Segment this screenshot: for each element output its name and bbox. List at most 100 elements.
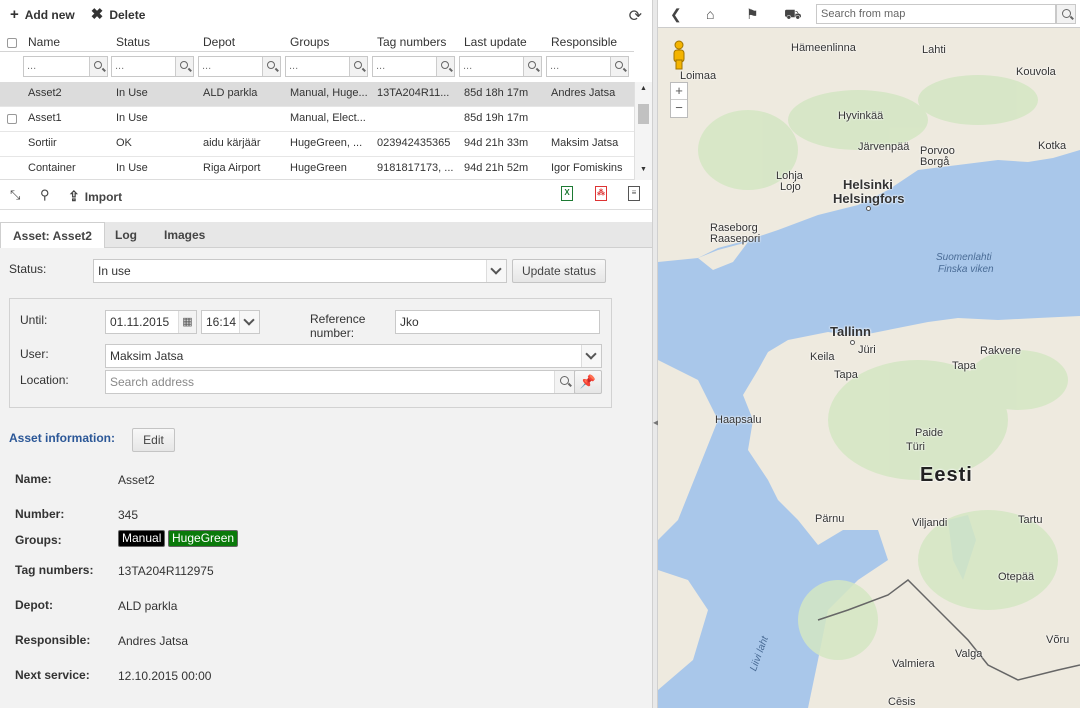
- zoom-out-button[interactable]: −: [671, 100, 687, 116]
- map-label: Tapa: [952, 360, 976, 372]
- filter-name[interactable]: ...: [23, 56, 108, 77]
- user-label: User:: [20, 347, 49, 361]
- import-button[interactable]: ⇪ Import: [68, 188, 122, 205]
- next-service-label: Next service:: [15, 668, 90, 682]
- truck-icon[interactable]: ⛟: [784, 6, 802, 25]
- scroll-up-icon[interactable]: ▲: [640, 85, 647, 92]
- city-marker: [850, 340, 855, 345]
- map-label: Borgå: [920, 156, 950, 168]
- responsible-label: Responsible:: [15, 633, 91, 647]
- until-date-input[interactable]: 01.11.2015 ▦: [105, 310, 197, 334]
- asset-grid: Asset2 In Use ALD parkla Manual, Huge...…: [0, 82, 634, 180]
- map-label: Paide: [915, 427, 944, 439]
- sea-label: Suomenlahti: [936, 252, 992, 263]
- status-select[interactable]: In use: [93, 259, 507, 283]
- map-pin-icon[interactable]: ⚲: [40, 187, 50, 203]
- column-name[interactable]: Name: [28, 35, 60, 49]
- chevron-down-icon[interactable]: [581, 345, 601, 367]
- tab-asset[interactable]: Asset: Asset2: [0, 222, 105, 249]
- responsible-value: Andres Jatsa: [118, 634, 189, 648]
- tag-numbers-label: Tag numbers:: [15, 563, 94, 577]
- home-icon[interactable]: ⌂: [706, 6, 714, 22]
- pdf-export-icon[interactable]: ⁂: [595, 186, 607, 201]
- tag-numbers-value: 13TA204R112975: [118, 564, 214, 578]
- grid-scrollbar[interactable]: ▲ ▼: [634, 82, 652, 180]
- search-icon[interactable]: [523, 57, 541, 76]
- table-row[interactable]: Sortiir OK aidu kärjäär HugeGreen, ... 0…: [0, 132, 634, 157]
- column-last-update[interactable]: Last update: [464, 35, 527, 49]
- zoom-control: + −: [670, 82, 688, 118]
- location-label: Location:: [20, 373, 69, 387]
- map-label: Haapsalu: [715, 414, 762, 426]
- filter-last-update[interactable]: ...: [459, 56, 542, 77]
- status-label: Status:: [9, 262, 47, 276]
- back-icon[interactable]: ❮: [670, 6, 682, 23]
- map-search-input[interactable]: Search from map: [816, 4, 1056, 24]
- table-row[interactable]: Container In Use Riga Airport HugeGreen …: [0, 157, 634, 179]
- search-icon[interactable]: [610, 57, 628, 76]
- column-groups[interactable]: Groups: [290, 35, 329, 49]
- map-label: Järvenpää: [858, 141, 910, 153]
- map-label: Pärnu: [815, 513, 845, 525]
- reference-number-input[interactable]: Jko: [395, 310, 600, 334]
- chevron-down-icon[interactable]: [486, 260, 506, 282]
- map-view[interactable]: ❮ ⌂ ⚑ ⛟ Search from map + − Hämeenlinna …: [658, 0, 1080, 708]
- collapse-icon[interactable]: ⤡: [10, 187, 20, 203]
- filter-depot[interactable]: ...: [198, 56, 281, 77]
- table-row[interactable]: Asset2 In Use ALD parkla Manual, Huge...…: [0, 82, 634, 107]
- filter-status[interactable]: ...: [111, 56, 194, 77]
- row-checkbox[interactable]: [7, 114, 17, 124]
- column-depot[interactable]: Depot: [203, 35, 235, 49]
- user-select[interactable]: Maksim Jatsa: [105, 344, 602, 368]
- chevron-down-icon[interactable]: [239, 311, 259, 333]
- map-label: Kotka: [1038, 140, 1067, 152]
- search-icon[interactable]: [554, 371, 574, 393]
- calendar-icon[interactable]: ▦: [178, 311, 196, 333]
- tab-images[interactable]: Images: [152, 222, 217, 248]
- until-label: Until:: [20, 313, 48, 327]
- map-label: Kouvola: [1016, 66, 1056, 78]
- group-badge: HugeGreen: [168, 530, 239, 547]
- asset-detail-panel: Status: In use Update status Until: 01.1…: [0, 248, 652, 708]
- next-service-value: 12.10.2015 00:00: [118, 669, 212, 683]
- until-time-select[interactable]: 16:14: [201, 310, 260, 334]
- search-icon[interactable]: [1056, 4, 1076, 24]
- search-icon[interactable]: [436, 57, 454, 76]
- scroll-down-icon[interactable]: ▼: [640, 166, 647, 173]
- search-icon[interactable]: [349, 57, 367, 76]
- filter-responsible[interactable]: ...: [546, 56, 629, 77]
- pin-icon[interactable]: 📌: [574, 370, 602, 394]
- map-label: Lahti: [922, 44, 946, 56]
- filter-groups[interactable]: ...: [285, 56, 368, 77]
- select-all-checkbox[interactable]: [7, 38, 17, 48]
- filter-tag-numbers[interactable]: ...: [372, 56, 455, 77]
- depot-value: ALD parkla: [118, 599, 178, 613]
- sea-label: Finska viken: [938, 264, 994, 275]
- tab-log[interactable]: Log: [103, 222, 149, 248]
- search-icon[interactable]: [175, 57, 193, 76]
- text-export-icon[interactable]: ≡: [628, 186, 640, 201]
- map-label: Hyvinkää: [838, 110, 884, 122]
- collapse-arrow-icon[interactable]: ◀: [653, 416, 659, 430]
- edit-button[interactable]: Edit: [132, 428, 175, 452]
- column-status[interactable]: Status: [116, 35, 150, 49]
- search-icon[interactable]: [262, 57, 280, 76]
- column-responsible[interactable]: Responsible: [551, 35, 617, 49]
- search-icon[interactable]: [89, 57, 107, 76]
- scroll-thumb[interactable]: [638, 104, 649, 124]
- map-label: Valmiera: [892, 658, 935, 670]
- column-tag-numbers[interactable]: Tag numbers: [377, 35, 446, 49]
- grid-header: Name Status Depot Groups Tag numbers Las…: [0, 0, 634, 77]
- update-status-button[interactable]: Update status: [512, 259, 606, 283]
- zoom-in-button[interactable]: +: [671, 83, 687, 100]
- map-label: Võru: [1046, 634, 1070, 646]
- map-label: Viljandi: [912, 517, 948, 529]
- import-label: Import: [84, 189, 123, 204]
- excel-export-icon[interactable]: X: [561, 186, 573, 201]
- flag-icon[interactable]: ⚑: [746, 6, 759, 23]
- table-row[interactable]: Asset1 In Use Manual, Elect... 85d 19h 1…: [0, 107, 634, 132]
- map-label: Tallinn: [830, 324, 871, 339]
- location-search-input[interactable]: Search address: [105, 370, 575, 394]
- street-view-pegman-icon[interactable]: [672, 40, 686, 70]
- asset-panel: + Add new ✖ Delete ⟳ Name Status Depot G…: [0, 0, 652, 708]
